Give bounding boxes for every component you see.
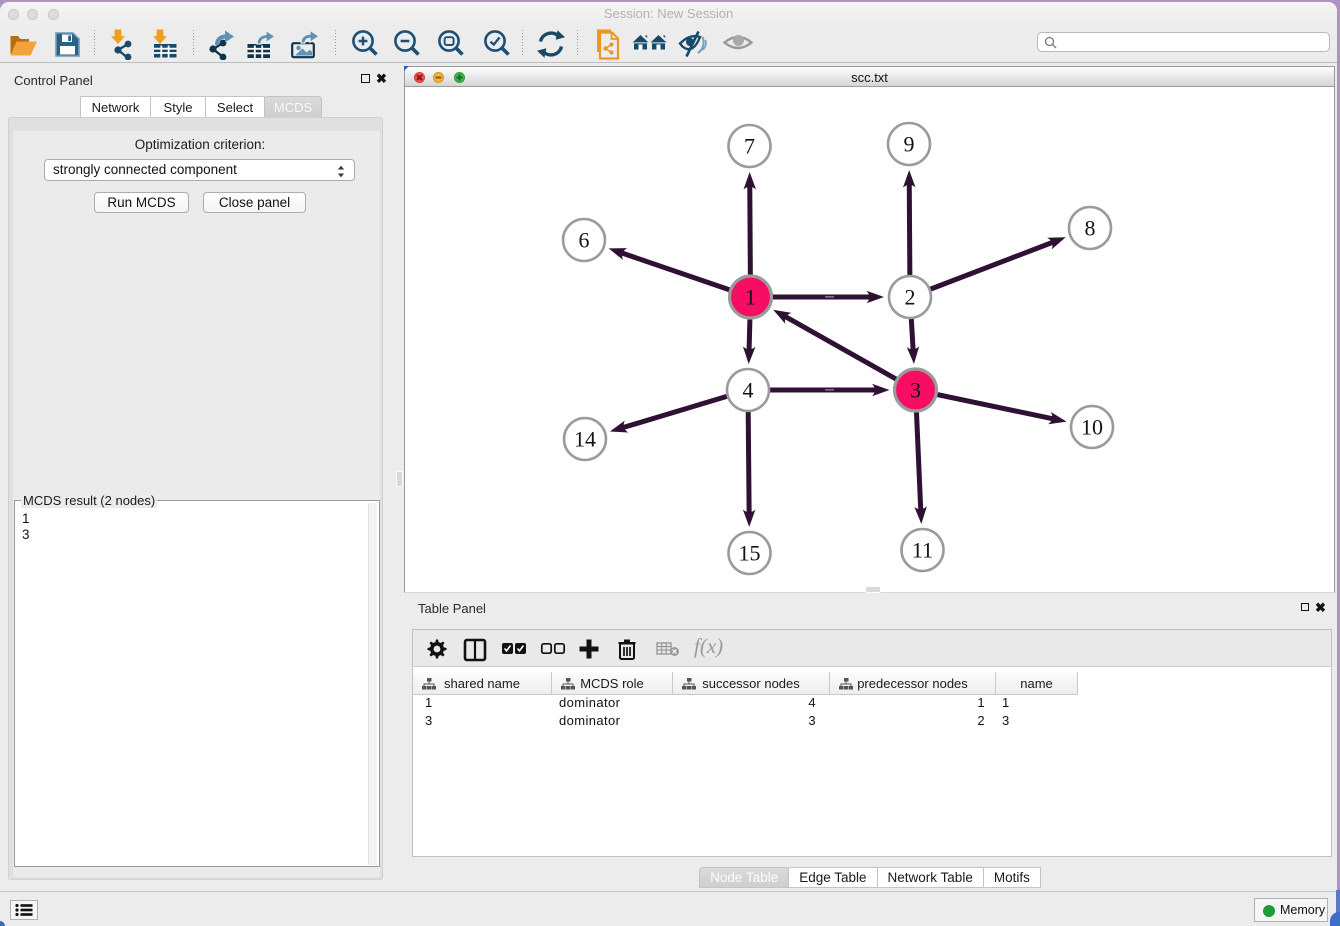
- svg-text:11: 11: [912, 538, 933, 563]
- svg-text:4: 4: [743, 378, 754, 403]
- svg-text:6: 6: [579, 228, 590, 253]
- svg-text:3: 3: [910, 378, 921, 403]
- svg-text:2: 2: [905, 285, 916, 310]
- svg-text:1: 1: [745, 285, 756, 310]
- svg-text:8: 8: [1085, 216, 1096, 241]
- svg-text:7: 7: [744, 134, 755, 159]
- svg-text:9: 9: [904, 132, 915, 157]
- svg-text:10: 10: [1081, 415, 1103, 440]
- svg-text:14: 14: [574, 427, 596, 452]
- svg-text:15: 15: [739, 541, 761, 566]
